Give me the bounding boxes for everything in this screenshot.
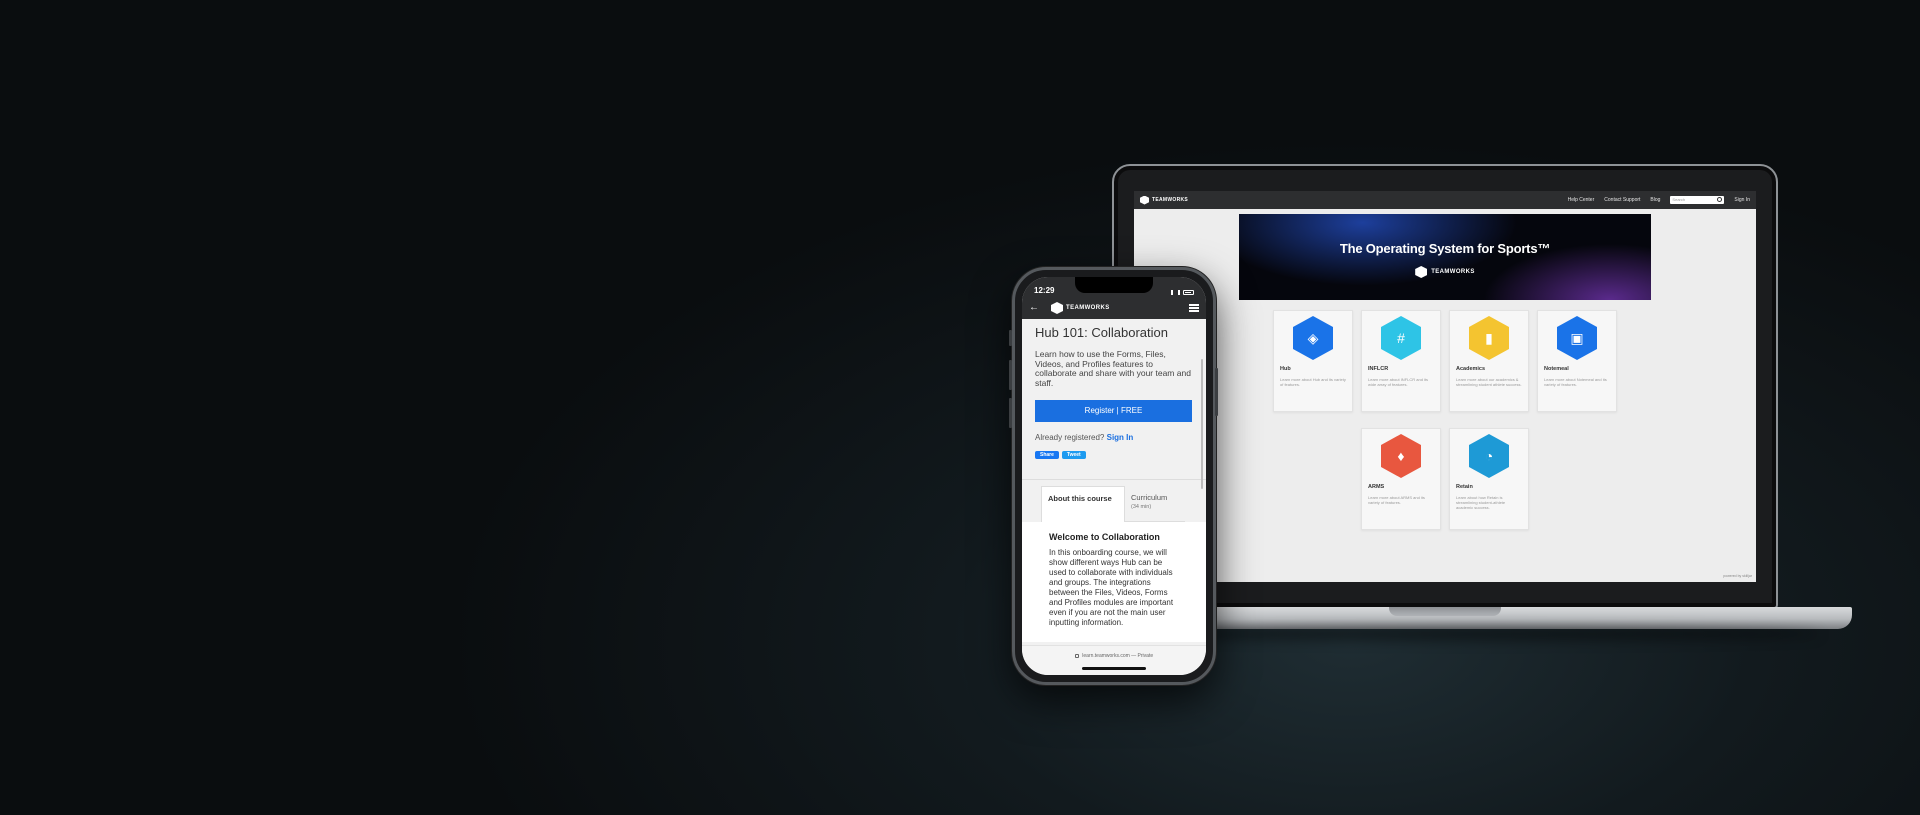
tab-curriculum-duration: (34 min) — [1131, 504, 1152, 510]
card-name: Notemeal — [1544, 366, 1569, 372]
facebook-share-button[interactable]: Share — [1035, 451, 1059, 459]
card-name: INFLCR — [1368, 366, 1389, 372]
url-bar[interactable]: learn.teamworks.com — Private — [1022, 645, 1206, 675]
hero-title: The Operating System for Sports™ — [1339, 241, 1551, 256]
battery-icon — [1183, 290, 1194, 295]
card-description: Learn more about INFLCR and its wide arr… — [1368, 377, 1429, 387]
cube-icon: ◈ — [1293, 316, 1333, 360]
site-logo[interactable]: TEAMWORKS — [1140, 195, 1189, 205]
teamworks-logo-icon — [1140, 195, 1149, 205]
status-time: 12:29 — [1034, 286, 1055, 295]
product-cards: ◈ Hub Learn more about Hub and its variety… — [1239, 310, 1651, 530]
status-bar: 12:29 — [1022, 277, 1206, 297]
lock-icon — [1074, 653, 1079, 658]
powered-by: powered by skilljar — [1723, 574, 1752, 578]
laptop-screen: TEAMWORKS Help Center Contact Support Bl… — [1134, 191, 1756, 582]
already-registered-text: Already registered? — [1035, 433, 1105, 442]
already-registered: Already registered? Sign In — [1035, 433, 1193, 442]
product-card[interactable]: # INFLCR Learn more about INFLCR and its w… — [1361, 310, 1441, 412]
signal-icon — [1171, 290, 1180, 295]
course-title: Hub 101: Collaboration — [1035, 325, 1168, 340]
card-description: Learn more about Notemeal and its variet… — [1544, 377, 1607, 387]
share-row: Share Tweet — [1035, 451, 1193, 459]
twitter-tweet-button[interactable]: Tweet — [1061, 451, 1086, 459]
search-icon[interactable] — [1717, 197, 1723, 202]
laptop-notch — [1389, 607, 1501, 616]
product-card[interactable]: ▮ Academics Learn more about our academics… — [1449, 310, 1529, 412]
card-name: Hub — [1280, 366, 1291, 372]
product-card[interactable]: ▣ Notemeal Learn more about Notemeal and i… — [1537, 310, 1617, 412]
card-description: Learn about how Retain is streamlining s… — [1456, 495, 1506, 510]
card-name: ARMS — [1368, 484, 1385, 490]
app-bar: ← TEAMWORKS — [1022, 297, 1206, 319]
shield-icon: ♦ — [1381, 434, 1421, 478]
hero-banner: The Operating System for Sports™ TEAMWOR… — [1239, 214, 1651, 300]
phone-power-button — [1215, 368, 1218, 416]
card-name: Retain — [1456, 484, 1473, 490]
back-arrow-icon[interactable]: ← — [1029, 303, 1039, 313]
about-panel: Welcome to Collaboration In this onboard… — [1022, 522, 1206, 642]
tab-curriculum[interactable]: Curriculum (34 min) — [1125, 486, 1185, 522]
section-divider — [1022, 479, 1206, 480]
search-placeholder: Search — [1672, 197, 1686, 202]
rss-icon: ◔ — [1469, 434, 1509, 478]
laptop-shadow — [1130, 628, 1820, 640]
teamworks-logo-icon — [1415, 266, 1428, 278]
bookmark-icon: ▮ — [1469, 316, 1509, 360]
nav-contact-support[interactable]: Contact Support — [1604, 197, 1640, 203]
hamburger-menu-icon[interactable] — [1189, 304, 1199, 312]
teamworks-logo-icon — [1051, 302, 1063, 314]
phone-mute-button — [1009, 330, 1012, 346]
url-text: learn.teamworks.com — Private — [1082, 653, 1154, 659]
card-description: Learn more about ARMS and its variety of… — [1368, 495, 1425, 505]
nav-blog[interactable]: Blog — [1650, 197, 1660, 203]
nav-help-center[interactable]: Help Center — [1568, 197, 1595, 203]
about-text: In this onboarding course, we will show … — [1049, 548, 1174, 627]
register-button[interactable]: Register | FREE — [1035, 400, 1192, 422]
product-card[interactable]: ♦ ARMS Learn more about ARMS and its varie… — [1361, 428, 1441, 530]
app-logo[interactable]: TEAMWORKS — [1051, 302, 1110, 314]
hero-logo: TEAMWORKS — [1415, 266, 1475, 278]
site-brand: TEAMWORKS — [1152, 197, 1189, 203]
tab-curriculum-label: Curriculum — [1131, 493, 1168, 502]
course-tabs: About this course Curriculum (34 min) — [1035, 486, 1193, 522]
phone-volume-up-button — [1009, 360, 1012, 390]
welcome-heading: Welcome to Collaboration — [1049, 532, 1160, 542]
phone-volume-down-button — [1009, 398, 1012, 428]
app-brand: TEAMWORKS — [1066, 305, 1110, 311]
card-description: Learn more about Hub and its variety of … — [1280, 377, 1346, 387]
card-description: Learn more about our academics & streaml… — [1456, 377, 1522, 387]
product-card[interactable]: ◈ Hub Learn more about Hub and its variety… — [1273, 310, 1353, 412]
home-indicator[interactable] — [1082, 667, 1146, 670]
hero-brand: TEAMWORKS — [1431, 269, 1475, 275]
course-page: Hub 101: Collaboration Learn how to use … — [1022, 319, 1206, 645]
sign-in-link[interactable]: Sign In — [1107, 433, 1134, 442]
search-input[interactable]: Search — [1670, 196, 1725, 204]
tab-about[interactable]: About this course — [1041, 486, 1125, 522]
course-description: Learn how to use the Forms, Files, Video… — [1035, 349, 1191, 388]
sign-in-link[interactable]: Sign In — [1734, 197, 1750, 203]
scrollbar[interactable] — [1201, 359, 1203, 489]
site-nav: TEAMWORKS Help Center Contact Support Bl… — [1134, 191, 1756, 209]
status-icons — [1171, 290, 1194, 295]
hash-icon: # — [1381, 316, 1421, 360]
phone-screen: 12:29 ← TEAMWORKS Hub 101: Collaboration… — [1022, 277, 1206, 675]
product-card[interactable]: ◔ Retain Learn about how Retain is streaml… — [1449, 428, 1529, 530]
dynamic-island — [1075, 277, 1153, 293]
card-name: Academics — [1456, 366, 1486, 372]
clipboard-icon: ▣ — [1557, 316, 1597, 360]
